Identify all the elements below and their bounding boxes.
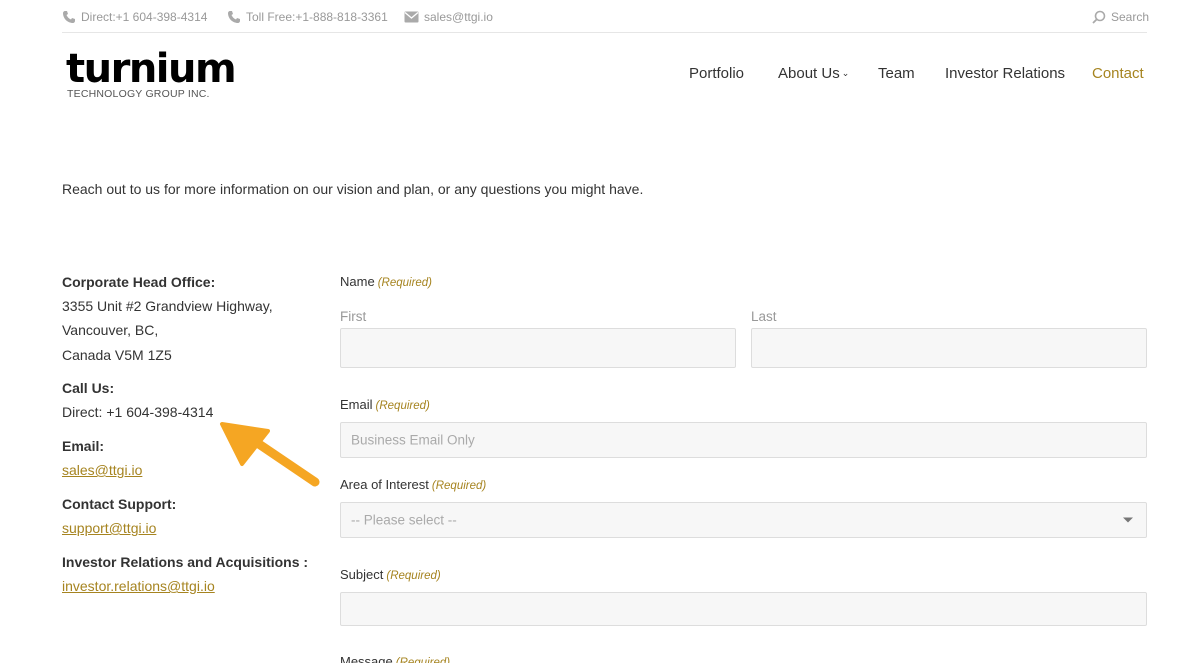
required-marker: (Required) xyxy=(386,570,441,582)
nav-team[interactable]: Team xyxy=(878,65,915,82)
nav-investor-relations[interactable]: Investor Relations xyxy=(945,65,1065,82)
subject-label: Subject (Required) xyxy=(340,567,441,582)
last-name-input[interactable] xyxy=(751,328,1147,368)
nav-about-us[interactable]: About Us ⌄ xyxy=(778,65,849,82)
name-label-text: Name xyxy=(340,274,375,289)
email-heading: Email: xyxy=(62,438,105,454)
interest-label: Area of Interest (Required) xyxy=(340,477,486,492)
phone-icon xyxy=(62,10,76,24)
topbar-direct-text: Direct:+1 604-398-4314 xyxy=(81,10,208,24)
first-name-input[interactable] xyxy=(340,328,736,368)
logo-tagline: TECHNOLOGY GROUP INC. xyxy=(67,88,210,100)
phone-icon xyxy=(227,10,241,24)
envelope-icon xyxy=(404,11,419,23)
support-heading: Contact Support: xyxy=(62,496,177,512)
top-contact-bar: Direct:+1 604-398-4314 Toll Free:+1-888-… xyxy=(62,0,1149,33)
address-line-2: Vancouver, BC, xyxy=(62,322,159,338)
office-heading: Corporate Head Office: xyxy=(62,274,216,290)
topbar-direct[interactable]: Direct:+1 604-398-4314 xyxy=(62,10,207,24)
subject-input[interactable] xyxy=(340,592,1147,626)
name-label: Name (Required) xyxy=(340,274,432,289)
intro-text: Reach out to us for more information on … xyxy=(62,181,644,197)
email-label-text: Email xyxy=(340,397,373,412)
support-email-link[interactable]: support@ttgi.io xyxy=(62,520,156,536)
topbar-email[interactable]: sales@ttgi.io xyxy=(404,10,493,24)
email-input[interactable]: Business Email Only xyxy=(340,422,1147,458)
search-icon xyxy=(1092,10,1106,24)
interest-selected-value: -- Please select -- xyxy=(351,512,457,528)
interest-label-text: Area of Interest xyxy=(340,477,429,492)
first-name-label: First xyxy=(340,309,367,324)
topbar-email-text: sales@ttgi.io xyxy=(424,10,493,24)
annotation-arrow-icon xyxy=(220,422,320,487)
call-direct: Direct: +1 604-398-4314 xyxy=(62,404,214,420)
message-label: Message (Required) xyxy=(340,654,450,663)
call-heading: Call Us: xyxy=(62,380,115,396)
investor-heading: Investor Relations and Acquisitions : xyxy=(62,554,309,570)
required-marker: (Required) xyxy=(395,657,451,663)
investor-email-link[interactable]: investor.relations@ttgi.io xyxy=(62,578,215,594)
caret-down-icon xyxy=(1123,517,1133,523)
address-line-3: Canada V5M 1Z5 xyxy=(62,347,172,363)
subject-label-text: Subject xyxy=(340,567,384,582)
required-marker: (Required) xyxy=(377,277,433,289)
address-line-1: 3355 Unit #2 Grandview Highway, xyxy=(62,298,273,314)
nav-contact[interactable]: Contact xyxy=(1092,65,1144,82)
chevron-down-icon: ⌄ xyxy=(841,68,850,78)
search-button[interactable]: Search xyxy=(1092,10,1149,24)
company-logo[interactable]: turnium TECHNOLOGY GROUP INC. xyxy=(66,46,237,104)
sales-email-link[interactable]: sales@ttgi.io xyxy=(62,462,142,478)
required-marker: (Required) xyxy=(431,480,487,492)
nav-about-label: About Us xyxy=(778,65,840,82)
logo-wordmark: turnium xyxy=(66,46,237,92)
email-placeholder: Business Email Only xyxy=(351,432,475,448)
nav-portfolio[interactable]: Portfolio xyxy=(689,65,744,82)
topbar-tollfree[interactable]: Toll Free:+1-888-818-3361 xyxy=(227,10,388,24)
required-marker: (Required) xyxy=(375,400,430,412)
email-label: Email (Required) xyxy=(340,397,430,412)
last-name-label: Last xyxy=(751,309,777,324)
topbar-tollfree-text: Toll Free:+1-888-818-3361 xyxy=(246,10,388,24)
interest-select[interactable]: -- Please select -- xyxy=(340,502,1147,538)
message-label-text: Message xyxy=(340,654,393,663)
search-label: Search xyxy=(1111,10,1150,24)
